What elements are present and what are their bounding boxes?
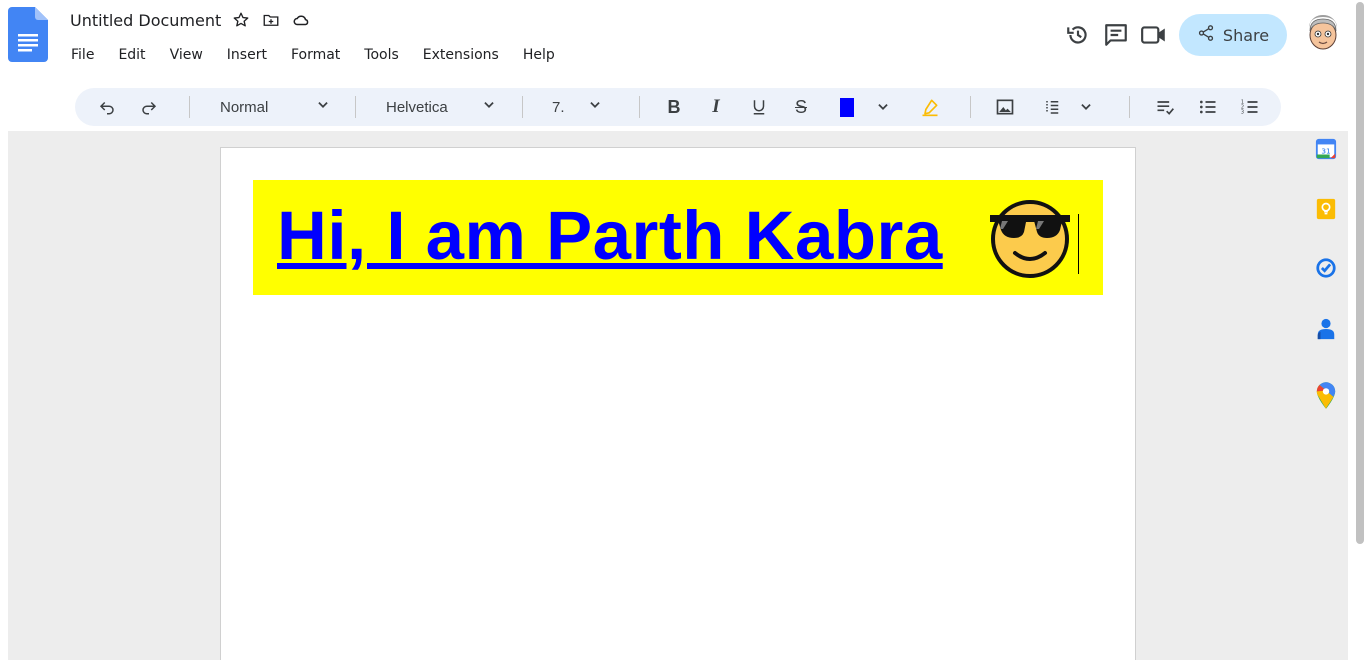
menu-insert[interactable]: Insert (215, 45, 279, 69)
menu-edit[interactable]: Edit (106, 45, 157, 69)
paragraph-style-value: Normal (220, 98, 269, 116)
keep-icon[interactable] (1314, 197, 1338, 221)
share-icon (1197, 24, 1215, 46)
underline-icon[interactable] (748, 88, 770, 126)
highlighter-icon[interactable] (918, 88, 942, 126)
user-avatar[interactable] (1303, 13, 1343, 53)
insert-image-icon[interactable] (993, 88, 1017, 126)
toolbar-divider (970, 96, 971, 118)
document-title[interactable]: Untitled Document (70, 11, 221, 30)
formatting-toolbar: Normal Helvetica 7. B I S 1 2 3 (75, 88, 1281, 126)
toolbar-divider (522, 96, 523, 118)
tasks-icon[interactable] (1314, 256, 1338, 280)
title-row: Untitled Document (70, 9, 311, 31)
text-color-fill (840, 97, 854, 117)
bold-icon[interactable]: B (663, 88, 685, 126)
chevron-down-icon (316, 98, 330, 117)
docs-logo-icon[interactable] (8, 7, 48, 62)
text-color-chevron-down-icon[interactable] (873, 88, 893, 126)
toolbar-divider (1129, 96, 1130, 118)
font-family-select[interactable]: Helvetica (386, 88, 496, 126)
calendar-icon[interactable]: 31 (1314, 137, 1338, 161)
comments-icon[interactable] (1102, 21, 1130, 49)
font-size-value: 7. (552, 98, 565, 116)
google-docs-app: Untitled Document File Edit View Insert … (0, 0, 1366, 660)
font-family-value: Helvetica (386, 98, 448, 116)
strikethrough-icon[interactable]: S (790, 88, 812, 126)
menu-view[interactable]: View (158, 45, 215, 69)
checklist-icon[interactable] (1153, 88, 1177, 126)
menu-tools[interactable]: Tools (352, 45, 411, 69)
star-icon[interactable] (231, 10, 251, 30)
undo-icon[interactable] (95, 88, 119, 126)
menu-extensions[interactable]: Extensions (411, 45, 511, 69)
toolbar-divider (639, 96, 640, 118)
toolbar-divider (189, 96, 190, 118)
text-cursor (1078, 214, 1079, 274)
bulleted-list-icon[interactable] (1196, 88, 1220, 126)
redo-icon[interactable] (137, 88, 161, 126)
move-to-folder-icon[interactable] (261, 10, 281, 30)
menu-help[interactable]: Help (511, 45, 567, 69)
share-label: Share (1222, 25, 1270, 45)
menu-format[interactable]: Format (279, 45, 352, 69)
document-heading[interactable]: Hi, I am Parth Kabra (277, 196, 943, 276)
scrollbar-thumb[interactable] (1356, 2, 1364, 544)
chevron-down-icon (588, 98, 602, 117)
text-color-swatch[interactable] (835, 88, 859, 126)
numbered-list-icon[interactable]: 123 (1238, 88, 1262, 126)
cloud-status-icon[interactable] (291, 10, 311, 30)
chevron-down-icon (482, 98, 496, 117)
line-spacing-chevron-down-icon[interactable] (1076, 88, 1096, 126)
contacts-icon[interactable] (1314, 317, 1338, 341)
paragraph-style-select[interactable]: Normal (220, 88, 330, 126)
menu-bar: File Edit View Insert Format Tools Exten… (59, 45, 567, 69)
font-size-select[interactable]: 7. (552, 88, 602, 126)
italic-icon[interactable]: I (705, 88, 727, 126)
menu-file[interactable]: File (59, 45, 106, 69)
line-spacing-icon[interactable] (1042, 88, 1064, 126)
share-button[interactable]: Share (1179, 14, 1287, 56)
calendar-day-label: 31 (1321, 147, 1330, 156)
meet-video-icon[interactable] (1140, 21, 1168, 49)
maps-icon[interactable] (1314, 381, 1338, 411)
sunglasses-emoji-icon (988, 195, 1072, 279)
version-history-icon[interactable] (1064, 21, 1092, 49)
svg-text:3: 3 (1241, 110, 1244, 116)
toolbar-divider (355, 96, 356, 118)
